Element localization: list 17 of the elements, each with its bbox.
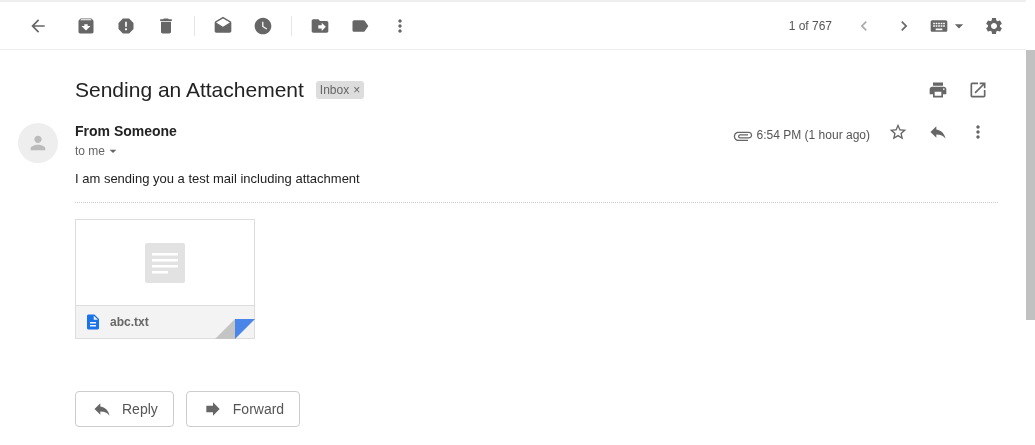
- scrollbar-thumb[interactable]: [1026, 50, 1035, 320]
- folded-corner-icon: [215, 319, 255, 339]
- email-time: 6:54 PM (1 hour ago): [756, 128, 870, 142]
- forward-button[interactable]: Forward: [185, 391, 301, 427]
- file-icon: [84, 313, 102, 331]
- inbox-label: Inbox ×: [315, 81, 365, 99]
- sender-name: From Someone: [75, 122, 178, 139]
- document-icon: [145, 242, 185, 283]
- remove-label-icon[interactable]: ×: [353, 83, 361, 97]
- attachment-card[interactable]: abc.txt: [75, 219, 255, 339]
- reply-button[interactable]: Reply: [75, 391, 174, 427]
- page-counter: 1 of 767: [788, 18, 832, 33]
- email-body: I am sending you a test mail including attachment: [75, 171, 998, 203]
- recipient-dropdown[interactable]: to me: [75, 143, 121, 159]
- email-subject: Sending an Attachement: [75, 78, 304, 102]
- avatar-icon: [18, 123, 58, 163]
- file-name: abc.txt: [110, 315, 149, 329]
